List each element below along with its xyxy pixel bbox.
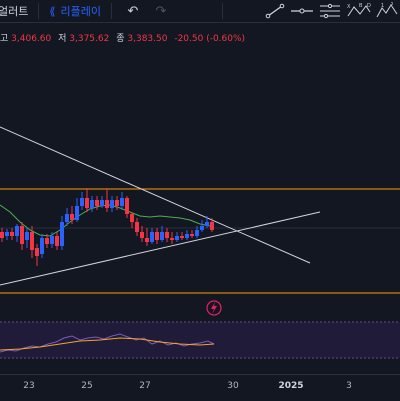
candle-body bbox=[205, 222, 209, 226]
candle-body bbox=[100, 200, 104, 206]
candle-body bbox=[155, 232, 159, 240]
candle-body bbox=[190, 234, 194, 236]
candle-body bbox=[145, 238, 149, 242]
candle-body bbox=[70, 214, 74, 220]
candle-body bbox=[200, 226, 204, 230]
candle-body bbox=[30, 232, 34, 250]
candle-body bbox=[95, 200, 99, 206]
price-chart[interactable] bbox=[0, 0, 400, 374]
x-tick: 3 bbox=[346, 381, 352, 391]
candle-body bbox=[25, 232, 29, 240]
candle-body bbox=[75, 206, 79, 220]
candle-body bbox=[65, 214, 69, 222]
candle-body bbox=[80, 198, 84, 206]
candle-body bbox=[85, 198, 89, 208]
candle-body bbox=[170, 238, 174, 240]
x-tick: 25 bbox=[81, 381, 93, 391]
candle-body bbox=[55, 236, 59, 246]
candle-body bbox=[0, 232, 4, 238]
x-tick: 23 bbox=[23, 381, 35, 391]
candle-body bbox=[5, 232, 9, 236]
candle-body bbox=[165, 232, 169, 238]
candle-body bbox=[35, 248, 39, 256]
time-axis[interactable]: 23 25 27 30 2025 3 bbox=[0, 374, 400, 401]
candle-body bbox=[185, 234, 189, 238]
x-tick-year: 2025 bbox=[278, 381, 304, 391]
candle-body bbox=[40, 238, 44, 254]
candle-body bbox=[130, 214, 134, 222]
candle-body bbox=[115, 200, 119, 206]
candle-body bbox=[60, 222, 64, 246]
candle-body bbox=[140, 232, 144, 238]
candle-body bbox=[135, 222, 139, 232]
candle-body bbox=[20, 226, 24, 244]
candle-body bbox=[150, 232, 154, 242]
candlesticks bbox=[0, 188, 214, 266]
x-tick: 30 bbox=[227, 381, 239, 391]
candle-body bbox=[15, 226, 19, 236]
candle-body bbox=[110, 200, 114, 208]
candle-body bbox=[195, 230, 199, 236]
candle-body bbox=[50, 236, 54, 244]
ascending-trendline[interactable] bbox=[0, 211, 321, 286]
candle-body bbox=[105, 200, 109, 208]
lightning-icon[interactable] bbox=[206, 300, 222, 316]
candle-body bbox=[160, 232, 164, 240]
candle-body bbox=[175, 236, 179, 240]
candle-body bbox=[180, 236, 184, 238]
candle-body bbox=[125, 198, 129, 214]
x-tick: 27 bbox=[139, 381, 151, 391]
candle-body bbox=[90, 200, 94, 208]
candle-body bbox=[45, 238, 49, 244]
candle-body bbox=[120, 198, 124, 206]
candle-body bbox=[210, 222, 214, 230]
candle-body bbox=[10, 232, 14, 236]
